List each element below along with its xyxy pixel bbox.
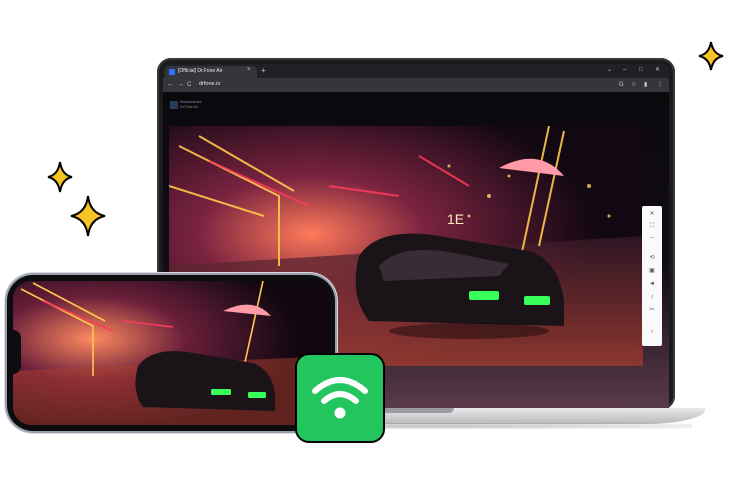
maximize-window-icon[interactable]: □ — [639, 66, 643, 74]
wifi-badge — [295, 353, 385, 443]
address-bar: ← → C drfone.io G ☆ ▮ ⋮ — [163, 78, 669, 92]
phone-camera-notch — [13, 330, 21, 374]
pin-icon[interactable]: ✂ — [642, 306, 662, 314]
tab-title: [Official] Dr.Fone Air — [178, 68, 223, 74]
side-panel-icon[interactable]: ▮ — [644, 81, 647, 89]
new-tab-button[interactable]: + — [261, 66, 266, 76]
tab-close-icon[interactable]: × — [247, 67, 251, 73]
menu-icon[interactable]: ⋮ — [657, 81, 663, 89]
logo-text-line2: Dr.Fone Air — [180, 104, 198, 109]
screenshot-icon[interactable]: ▣ — [642, 267, 662, 275]
sign-label: 1E — [447, 211, 464, 227]
mic-icon[interactable]: ♪ — [642, 293, 662, 301]
volume-icon[interactable]: ◄ — [642, 280, 662, 288]
close-window-icon[interactable]: ✕ — [655, 66, 660, 74]
rotate-icon[interactable]: ⟲ — [642, 254, 662, 262]
close-icon[interactable]: ✕ — [642, 210, 662, 218]
fullscreen-icon[interactable]: ⛶ — [642, 222, 662, 230]
tab-search-icon[interactable]: ⌄ — [607, 66, 612, 74]
sparkle-icon — [47, 161, 73, 193]
reload-icon[interactable]: C — [187, 81, 191, 89]
back-icon[interactable]: ← — [167, 81, 174, 89]
sparkle-icon — [70, 195, 106, 237]
logo-mark-icon — [170, 101, 178, 109]
mirror-side-toolbar: ✕ ⛶ – ⟲ ▣ ◄ ♪ ✂ ‹ — [642, 206, 662, 346]
url-field[interactable]: drfone.io — [199, 81, 220, 87]
phone-screen — [13, 281, 330, 425]
collapse-icon[interactable]: ‹ — [642, 328, 662, 336]
wifi-icon — [312, 377, 368, 419]
logo-text-line1: Wondershare — [180, 100, 202, 104]
minimize-window-icon[interactable]: – — [623, 66, 626, 74]
sparkle-icon — [698, 41, 724, 71]
minimize-icon[interactable]: – — [642, 234, 662, 242]
forward-icon[interactable]: → — [177, 81, 184, 89]
drfone-favicon-icon — [169, 69, 175, 75]
browser-tab-bar: [Official] Dr.Fone Air × + ⌄ – □ ✕ — [163, 64, 669, 78]
drfone-logo: Wondershare Dr.Fone Air — [170, 100, 204, 110]
phone-video — [13, 281, 330, 425]
laptop-notch — [378, 408, 454, 413]
bookmark-star-icon[interactable]: ☆ — [631, 81, 636, 89]
translate-icon[interactable]: G — [619, 81, 624, 89]
browser-tab[interactable]: [Official] Dr.Fone Air × — [165, 66, 257, 78]
